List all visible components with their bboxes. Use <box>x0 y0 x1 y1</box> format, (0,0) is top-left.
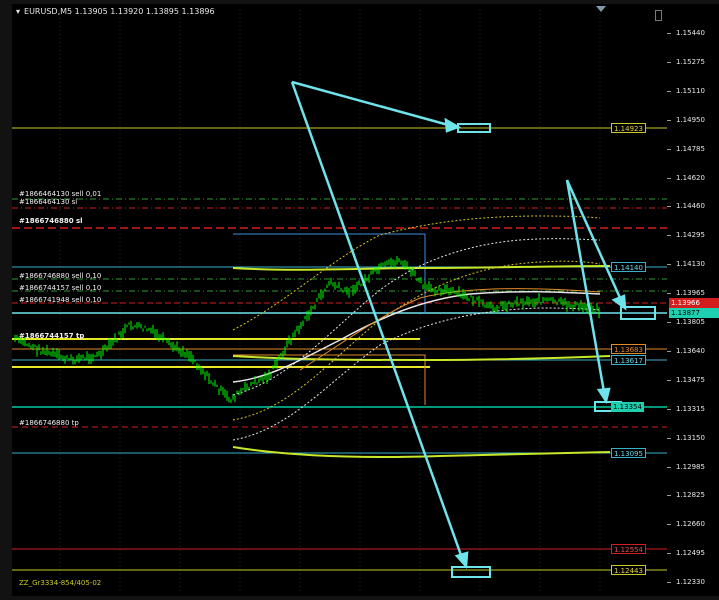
price-axis-tick-mark <box>667 350 671 352</box>
collapse-triangle-icon[interactable] <box>596 6 606 12</box>
price-axis-tick-mark <box>667 322 671 323</box>
channel-mid-yellow <box>232 355 611 362</box>
price-axis-tick-mark <box>667 437 671 439</box>
price-tag-13966: 1.13966 <box>669 298 719 308</box>
chart-window: ▾ EURUSD,M5 1.13905 1.13920 1.13895 1.138… <box>0 0 719 600</box>
order-label-sell-c: #1866741948 sell 0,10 <box>19 296 102 304</box>
annotation-arrows <box>290 80 627 570</box>
price-axis-tick-label: 1.14460 <box>676 202 705 211</box>
price-axis-tick-label: 1.12825 <box>676 491 705 500</box>
price-axis-tick-mark <box>667 379 671 381</box>
price-axis-tick-label: 1.14295 <box>676 231 705 240</box>
price-axis-tick-label: 1.14130 <box>676 260 705 269</box>
price-axis-tick-mark <box>667 582 671 584</box>
chart-drawing <box>12 10 667 594</box>
chart-title-text: EURUSD,M5 1.13905 1.13920 1.13895 1.1389… <box>24 7 215 16</box>
price-tag-13354: 1.13354 <box>611 402 644 412</box>
envelope-dotted-white-2 <box>232 307 601 441</box>
zone-box-orange[interactable] <box>233 354 426 405</box>
price-axis-tick-label: 1.13475 <box>676 375 705 384</box>
price-axis-tick-label: 1.14785 <box>676 144 705 153</box>
arrow-to-12443 <box>290 81 464 559</box>
order-label-sell-a: #1866746880 sell 0,10 <box>19 272 102 280</box>
window-maximize-icon[interactable] <box>655 10 662 21</box>
price-tag-13095: 1.13095 <box>611 448 646 458</box>
price-axis-tick-mark <box>667 466 671 468</box>
price-tag-13617: 1.13617 <box>611 355 646 365</box>
price-axis-tick-label: 1.13965 <box>676 289 705 298</box>
order-label-sl-group: #1866746880 sl <box>19 217 83 225</box>
price-tag-12443: 1.12443 <box>611 565 646 575</box>
price-axis-tick-label: 1.15275 <box>676 57 705 66</box>
envelope-dotted-yellow <box>232 260 601 421</box>
dropdown-triangle-icon[interactable]: ▾ <box>16 7 20 16</box>
price-axis-tick-mark <box>667 293 671 295</box>
price-tag-14923: 1.14923 <box>611 123 646 133</box>
price-axis-tick-label: 1.12495 <box>676 549 705 558</box>
price-axis-tick-label: 1.13640 <box>676 346 705 355</box>
order-label-sell-001: #1866464130 sell 0,01 <box>19 190 102 198</box>
price-axis-tick-label: 1.12985 <box>676 462 705 471</box>
price-tag-13877: 1.13877 <box>669 308 719 318</box>
price-candles <box>14 256 600 403</box>
price-axis-tick-mark <box>667 148 671 150</box>
price-axis-tick-label: 1.13315 <box>676 404 705 413</box>
grid-lines <box>59 10 601 594</box>
price-axis-tick-mark <box>667 495 671 497</box>
price-axis-tick-label: 1.15110 <box>676 86 705 95</box>
price-axis-tick-mark <box>667 90 671 92</box>
price-axis-tick-label: 1.12330 <box>676 578 705 587</box>
arrow-to-14923 <box>291 80 453 128</box>
price-tag-14140: 1.14140 <box>611 262 646 272</box>
price-axis-tick-label: 1.13805 <box>676 318 705 326</box>
zone-box-blue[interactable] <box>233 233 426 314</box>
price-axis-tick-label: 1.14950 <box>676 115 705 124</box>
price-axis-tick-mark <box>667 553 671 555</box>
price-axis-tick-mark <box>667 177 671 179</box>
price-axis-tick-mark <box>667 235 671 237</box>
price-axis-tick-label: 1.13150 <box>676 433 705 442</box>
price-axis-tick-mark <box>667 119 671 121</box>
order-label-tp-880: #1866746880 tp <box>19 419 79 427</box>
price-axis-tick-label: 1.12660 <box>676 520 705 529</box>
annotation-box-12443[interactable] <box>451 566 491 578</box>
price-axis-tick-mark <box>667 206 671 208</box>
price-axis-tick-mark <box>667 33 671 34</box>
price-axis-tick-label: 1.15440 <box>676 29 705 37</box>
order-label-sell-b: #1866744157 sell 0,10 <box>19 284 102 292</box>
price-tag-12554: 1.12554 <box>611 544 646 554</box>
price-tag-13683: 1.13683 <box>611 344 646 354</box>
arrow-to-13877 <box>565 179 623 301</box>
arrow-head-icon <box>611 294 627 311</box>
price-axis-tick-mark <box>667 264 671 266</box>
price-axis-tick-label: 1.14620 <box>676 173 705 182</box>
order-label-sl-001: #1866464130 sl <box>19 198 78 206</box>
price-axis-tick-mark <box>667 61 671 63</box>
indicator-label: ZZ_Gr3334-854/405-02 <box>19 579 102 587</box>
price-axis-tick-mark <box>667 524 671 526</box>
chart-title: ▾ EURUSD,M5 1.13905 1.13920 1.13895 1.138… <box>16 7 215 16</box>
arrow-head-icon <box>454 551 469 570</box>
channel-lower-yellow <box>232 446 611 459</box>
arrow-head-icon <box>444 117 461 133</box>
price-axis-tick-mark <box>667 408 671 410</box>
order-label-tp-group: #1866744157 tp <box>19 332 85 340</box>
